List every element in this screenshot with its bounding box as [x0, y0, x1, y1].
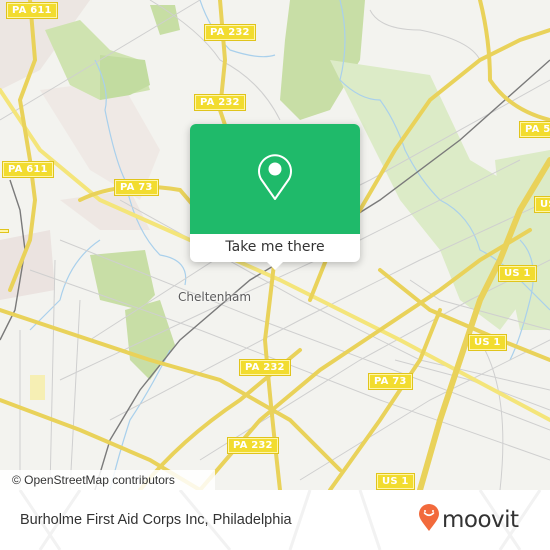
map-view[interactable]: PA 611 PA 232 PA 232 PA 611 PA 73 PA 5 U… [0, 0, 550, 490]
route-shield: PA 73 [368, 373, 413, 390]
place-label-cheltenham: Cheltenham [178, 290, 252, 304]
moovit-pin-icon [418, 504, 440, 536]
map-pin-icon [255, 152, 295, 206]
route-shield: PA 232 [227, 437, 279, 454]
park-area [100, 55, 150, 100]
route-shield: US 1 [468, 334, 507, 351]
route-shield: PA 232 [239, 359, 291, 376]
route-shield: US 1 [498, 265, 537, 282]
moovit-wordmark: moovit [442, 507, 519, 533]
route-shield: PA 232 [194, 94, 246, 111]
take-me-there-button[interactable]: Take me there [190, 234, 360, 262]
location-popup: Take me there [190, 124, 360, 270]
popup-header [190, 124, 360, 234]
route-shield-partial [0, 229, 9, 233]
route-shield: US 1 [534, 196, 550, 213]
route-shield: PA 232 [204, 24, 256, 41]
map-attribution[interactable]: © OpenStreetMap contributors [0, 470, 215, 490]
route-shield: PA 5 [518, 121, 550, 138]
route-shield: PA 611 [2, 161, 54, 178]
popup-tail [265, 260, 285, 270]
park-area [90, 250, 155, 310]
moovit-logo: moovit [418, 504, 519, 536]
route-shield: US 1 [376, 473, 415, 490]
location-title: Burholme First Aid Corps Inc, Philadelph… [20, 512, 292, 528]
footer-bar: Burholme First Aid Corps Inc, Philadelph… [0, 490, 550, 550]
route-shield: PA 611 [6, 2, 58, 19]
sports-area [30, 375, 45, 400]
route-shield: PA 73 [114, 179, 159, 196]
